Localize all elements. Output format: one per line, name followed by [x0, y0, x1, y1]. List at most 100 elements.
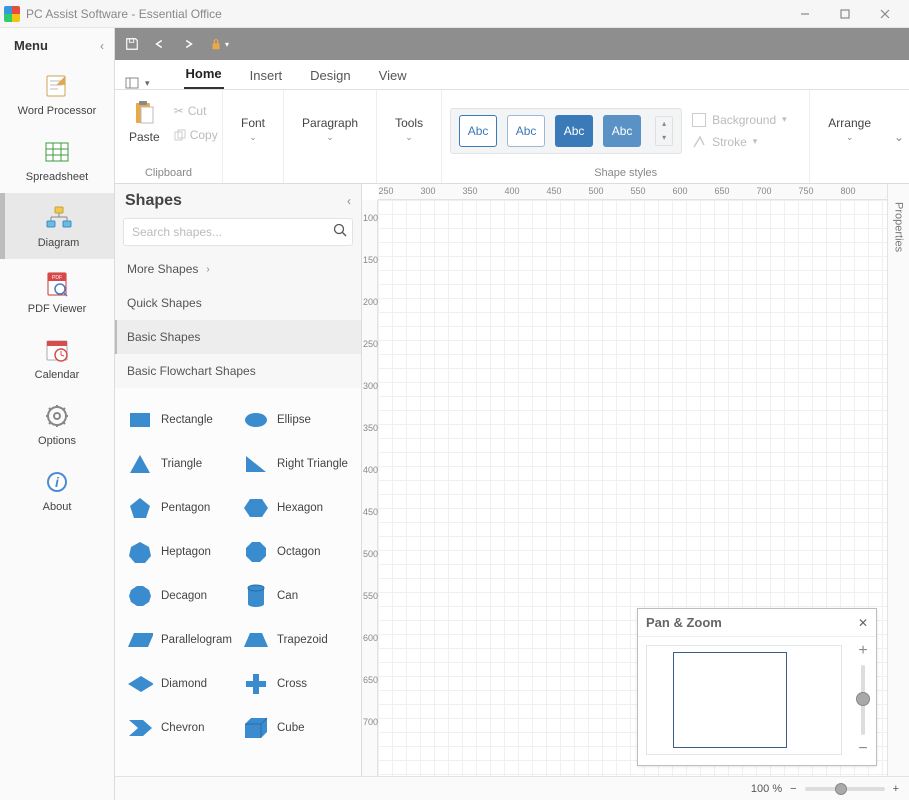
redo-button[interactable] [181, 37, 195, 51]
shape-label: Parallelogram [161, 634, 232, 646]
paste-button[interactable]: Paste [123, 96, 166, 148]
shape-chevron[interactable]: Chevron [125, 706, 241, 750]
shape-search-input[interactable] [123, 218, 353, 246]
arrange-dropdown[interactable]: Arrange⌄ [818, 96, 881, 143]
shape-label: Can [277, 590, 298, 602]
properties-tab[interactable]: Properties [887, 184, 909, 776]
shape-label: Hexagon [277, 502, 323, 514]
shape-heptagon[interactable]: Heptagon [125, 530, 241, 574]
sidebar-item-pdf-viewer[interactable]: PDF PDF Viewer [0, 259, 114, 325]
background-dropdown[interactable]: Background▾ [692, 113, 787, 127]
minimize-button[interactable] [785, 2, 825, 26]
shape-rectangle[interactable]: Rectangle [125, 398, 241, 442]
maximize-button[interactable] [825, 2, 865, 26]
sidebar-item-label: Options [38, 435, 76, 447]
gear-icon [43, 403, 71, 429]
tab-insert[interactable]: Insert [248, 62, 285, 89]
shape-style-4[interactable]: Abc [603, 115, 641, 147]
pentagon-icon [127, 496, 153, 520]
shape-can[interactable]: Can [241, 574, 357, 618]
sidebar-item-options[interactable]: Options [0, 391, 114, 457]
shape-label: Pentagon [161, 502, 210, 514]
shape-label: Octagon [277, 546, 320, 558]
diamond-icon [127, 672, 153, 696]
sidebar-item-calendar[interactable]: Calendar [0, 325, 114, 391]
undo-button[interactable] [153, 37, 167, 51]
category-quick-shapes[interactable]: Quick Shapes [115, 286, 361, 320]
quick-access-bar: ▾ [115, 28, 909, 60]
sidebar-item-diagram[interactable]: Diagram [0, 193, 114, 259]
svg-text:PDF: PDF [52, 275, 62, 281]
style-gallery-spinner: ▴▾ [655, 116, 673, 146]
word-processor-icon [43, 73, 71, 99]
shape-decagon[interactable]: Decagon [125, 574, 241, 618]
pan-zoom-title: Pan & Zoom [646, 615, 858, 630]
shape-cross[interactable]: Cross [241, 662, 357, 706]
can-icon [243, 584, 269, 608]
status-zoom-in[interactable]: + [893, 783, 899, 795]
cut-button[interactable]: ✂Cut [172, 102, 220, 120]
tab-home[interactable]: Home [184, 60, 224, 89]
shape-style-2[interactable]: Abc [507, 115, 545, 147]
sidebar-item-spreadsheet[interactable]: Spreadsheet [0, 127, 114, 193]
diagram-icon [45, 205, 73, 231]
paragraph-dropdown[interactable]: Paragraph⌄ [292, 96, 368, 143]
close-button[interactable] [865, 2, 905, 26]
category-basic-shapes[interactable]: Basic Shapes [115, 320, 361, 354]
arrange-label: Arrange [828, 116, 871, 130]
shape-style-gallery: Abc Abc Abc Abc ▴▾ [450, 108, 682, 154]
shape-trapezoid[interactable]: Trapezoid [241, 618, 357, 662]
zoom-slider[interactable] [861, 665, 865, 735]
font-dropdown[interactable]: Font⌄ [231, 96, 275, 143]
triangle-icon [127, 452, 153, 476]
status-zoom-thumb[interactable] [835, 783, 847, 795]
chevron-left-icon: ‹ [100, 39, 104, 53]
zoom-slider-thumb[interactable] [856, 692, 870, 706]
tools-dropdown[interactable]: Tools⌄ [385, 96, 433, 143]
shape-right-triangle[interactable]: Right Triangle [241, 442, 357, 486]
tab-view[interactable]: View [377, 62, 409, 89]
side-menu-header[interactable]: Menu ‹ [0, 28, 114, 61]
sidebar-item-about[interactable]: i About [0, 457, 114, 523]
trapezoid-icon [243, 628, 269, 652]
cut-label: Cut [188, 104, 207, 118]
status-zoom-slider[interactable] [805, 787, 885, 791]
shapes-panel-collapse[interactable]: ‹ [347, 194, 351, 208]
zoom-out-button[interactable]: − [858, 741, 867, 757]
sidebar-item-word-processor[interactable]: Word Processor [0, 61, 114, 127]
ribbon-collapse-button[interactable]: ⌄ [889, 90, 909, 183]
gallery-down[interactable]: ▾ [656, 131, 672, 145]
tab-design[interactable]: Design [308, 62, 352, 89]
save-button[interactable] [125, 37, 139, 51]
shape-parallelogram[interactable]: Parallelogram [125, 618, 241, 662]
canvas-area: 250300350400450500550600650700750800 100… [362, 184, 887, 776]
shape-cube[interactable]: Cube [241, 706, 357, 750]
pan-zoom-close[interactable]: ✕ [858, 616, 868, 630]
status-zoom-out[interactable]: − [790, 783, 796, 795]
pan-zoom-preview[interactable] [646, 645, 842, 755]
stroke-dropdown[interactable]: Stroke▾ [692, 135, 787, 149]
hexagon-icon [243, 496, 269, 520]
shape-hexagon[interactable]: Hexagon [241, 486, 357, 530]
shape-ellipse[interactable]: Ellipse [241, 398, 357, 442]
lock-button[interactable]: ▾ [209, 37, 229, 51]
category-more-shapes[interactable]: More Shapes› [115, 252, 361, 286]
shape-pentagon[interactable]: Pentagon [125, 486, 241, 530]
category-flowchart-shapes[interactable]: Basic Flowchart Shapes [115, 354, 361, 388]
pan-zoom-panel: Pan & Zoom ✕ + − [637, 608, 877, 766]
zoom-in-button[interactable]: + [858, 643, 867, 659]
shape-diamond[interactable]: Diamond [125, 662, 241, 706]
stroke-icon [692, 135, 706, 149]
gallery-up[interactable]: ▴ [656, 117, 672, 131]
search-icon[interactable] [333, 223, 347, 237]
cube-icon [243, 716, 269, 740]
shape-triangle[interactable]: Triangle [125, 442, 241, 486]
shape-style-1[interactable]: Abc [459, 115, 497, 147]
page-layout-dropdown[interactable]: ▾ [125, 77, 150, 89]
ruler-horizontal: 250300350400450500550600650700750800 [378, 184, 887, 200]
shape-octagon[interactable]: Octagon [241, 530, 357, 574]
clipboard-icon [131, 100, 157, 126]
shape-label: Triangle [161, 458, 202, 470]
copy-button[interactable]: Copy [172, 126, 220, 144]
shape-style-3[interactable]: Abc [555, 115, 593, 147]
